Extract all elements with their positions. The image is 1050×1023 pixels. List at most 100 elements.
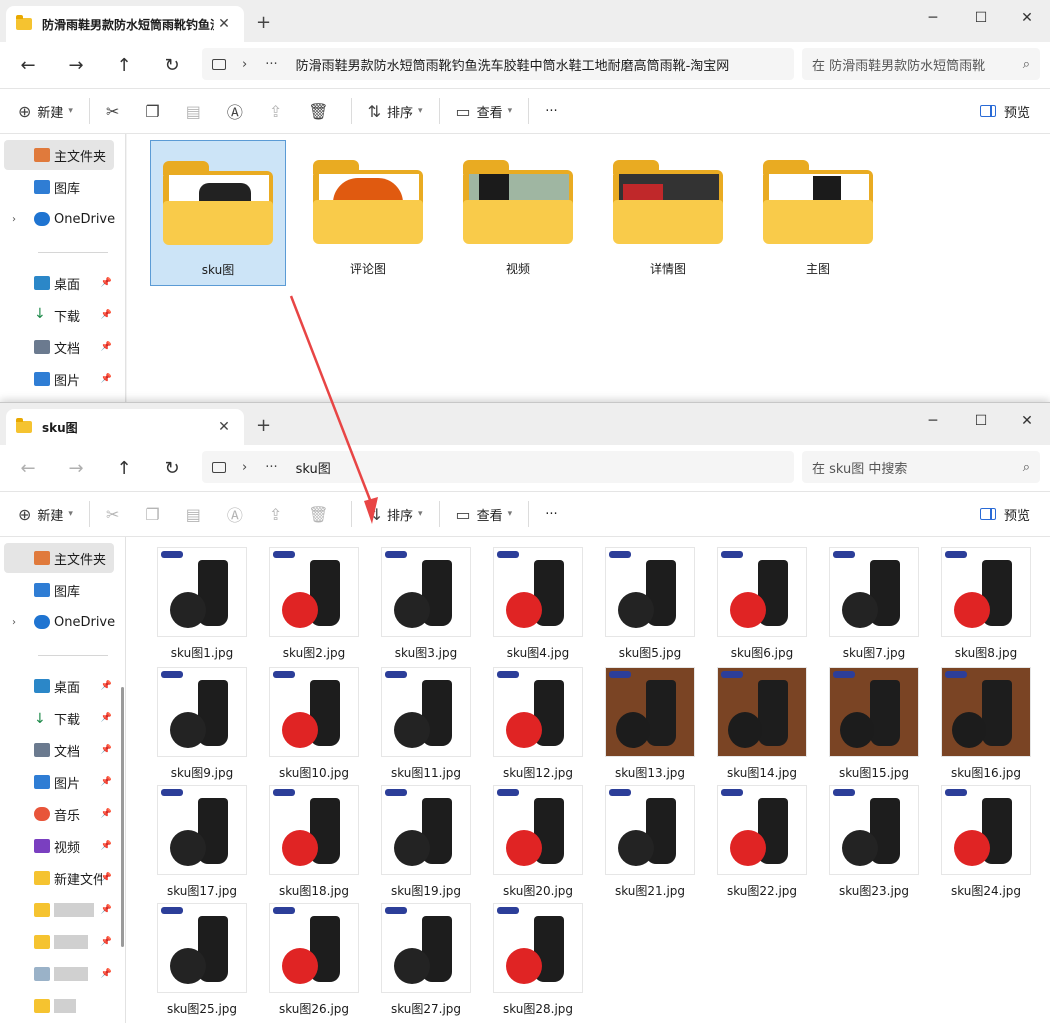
view-button[interactable]: ▭ 查看 ▾ <box>446 498 523 530</box>
paste-button[interactable]: ▤ <box>176 498 217 530</box>
file-thumbnail[interactable]: sku图2.jpg <box>269 547 359 665</box>
file-thumbnail[interactable]: sku图15.jpg <box>829 667 919 785</box>
sidebar-item-onedrive[interactable]: › OneDrive <box>4 204 115 234</box>
sidebar-item-pictures[interactable]: 图片 📌 <box>4 767 114 797</box>
file-thumbnail[interactable]: sku图19.jpg <box>381 785 471 903</box>
back-button[interactable]: ← <box>4 55 52 76</box>
sidebar-item-home[interactable]: 主文件夹 <box>4 543 114 573</box>
address-bar[interactable]: › ··· 防滑雨鞋男款防水短筒雨靴钓鱼洗车胶鞋中筒水鞋工地耐磨高筒雨靴-淘宝网 <box>202 48 794 80</box>
delete-button[interactable]: 🗑 <box>298 498 344 530</box>
up-button[interactable]: ↑ <box>100 55 148 76</box>
cut-button[interactable]: ✂ <box>96 95 135 127</box>
sidebar-item-desktop[interactable]: 桌面 📌 <box>4 268 114 298</box>
file-thumbnail[interactable]: sku图11.jpg <box>381 667 471 785</box>
paste-button[interactable]: ▤ <box>176 95 217 127</box>
file-thumbnail[interactable]: sku图5.jpg <box>605 547 695 665</box>
file-thumbnail[interactable]: sku图24.jpg <box>941 785 1031 903</box>
tab-sku-folder[interactable]: sku图 ✕ <box>6 409 244 445</box>
file-thumbnail[interactable]: sku图9.jpg <box>157 667 247 785</box>
sidebar-item-gallery[interactable]: 图库 <box>4 172 114 202</box>
copy-button[interactable]: ❐ <box>135 498 175 530</box>
sidebar-item-redacted[interactable]: 📌 <box>4 959 114 989</box>
sort-button[interactable]: ⇅ 排序 ▾ <box>358 95 433 127</box>
new-button[interactable]: ⊕ 新建 ▾ <box>8 95 83 127</box>
sidebar-item-documents[interactable]: 文档 📌 <box>4 735 114 765</box>
forward-button[interactable]: → <box>52 458 100 479</box>
sidebar-item-onedrive[interactable]: › OneDrive <box>4 607 115 637</box>
new-tab-button[interactable]: + <box>256 12 271 33</box>
sidebar-item-videos[interactable]: 视频 📌 <box>4 831 114 861</box>
file-thumbnail[interactable]: sku图26.jpg <box>269 903 359 1021</box>
file-thumbnail[interactable]: sku图21.jpg <box>605 785 695 903</box>
refresh-button[interactable]: ↻ <box>148 55 196 76</box>
preview-button[interactable]: 预览 <box>979 102 1030 121</box>
chevron-right-icon[interactable]: › <box>242 460 247 475</box>
sidebar-item-redacted[interactable]: 📌 <box>4 927 114 957</box>
rename-button[interactable]: Ⓐ <box>217 95 259 127</box>
file-thumbnail[interactable]: sku图20.jpg <box>493 785 583 903</box>
file-thumbnail[interactable]: sku图25.jpg <box>157 903 247 1021</box>
sidebar-item-desktop[interactable]: 桌面 📌 <box>4 671 114 701</box>
sidebar-item-new-folder[interactable]: 新建文件 📌 <box>4 863 114 893</box>
maximize-button[interactable]: ☐ <box>958 407 1004 435</box>
file-thumbnail[interactable]: sku图17.jpg <box>157 785 247 903</box>
address-bar[interactable]: › ··· sku图 <box>202 451 794 483</box>
minimize-button[interactable]: ─ <box>910 4 956 32</box>
file-thumbnail[interactable]: sku图1.jpg <box>157 547 247 665</box>
preview-button[interactable]: 预览 <box>979 505 1030 524</box>
file-thumbnail[interactable]: sku图6.jpg <box>717 547 807 665</box>
file-thumbnail[interactable]: sku图3.jpg <box>381 547 471 665</box>
chevron-right-icon[interactable]: › <box>242 57 247 72</box>
sidebar-item-pictures[interactable]: 图片 📌 <box>4 364 114 394</box>
sidebar-item-redacted[interactable] <box>4 991 114 1021</box>
maximize-button[interactable]: ☐ <box>958 4 1004 32</box>
rename-button[interactable]: Ⓐ <box>217 498 259 530</box>
file-thumbnail[interactable]: sku图8.jpg <box>941 547 1031 665</box>
back-button[interactable]: ← <box>4 458 52 479</box>
overflow-icon[interactable]: ··· <box>265 460 277 475</box>
delete-button[interactable]: 🗑 <box>298 95 344 127</box>
new-tab-button[interactable]: + <box>256 415 271 436</box>
close-window-button[interactable]: ✕ <box>1004 407 1050 435</box>
file-thumbnail[interactable]: sku图12.jpg <box>493 667 583 785</box>
file-thumbnail[interactable]: sku图16.jpg <box>941 667 1031 785</box>
folder-item[interactable]: 视频 <box>450 140 586 286</box>
view-button[interactable]: ▭ 查看 ▾ <box>446 95 523 127</box>
folder-item[interactable]: 评论图 <box>300 140 436 286</box>
chevron-right-icon[interactable]: › <box>12 214 16 225</box>
sidebar-item-downloads[interactable]: ↓ 下载 📌 <box>4 703 114 733</box>
sidebar-item-documents[interactable]: 文档 📌 <box>4 332 114 362</box>
file-thumbnail[interactable]: sku图14.jpg <box>717 667 807 785</box>
overflow-icon[interactable]: ··· <box>265 57 277 72</box>
refresh-button[interactable]: ↻ <box>148 458 196 479</box>
file-thumbnail[interactable]: sku图4.jpg <box>493 547 583 665</box>
file-thumbnail[interactable]: sku图27.jpg <box>381 903 471 1021</box>
folder-item[interactable]: sku图 <box>150 140 286 286</box>
sidebar-item-music[interactable]: 音乐 📌 <box>4 799 114 829</box>
file-thumbnail[interactable]: sku图7.jpg <box>829 547 919 665</box>
forward-button[interactable]: → <box>52 55 100 76</box>
close-window-button[interactable]: ✕ <box>1004 4 1050 32</box>
copy-button[interactable]: ❐ <box>135 95 175 127</box>
share-button[interactable]: ⇪ <box>259 95 298 127</box>
minimize-button[interactable]: ─ <box>910 407 956 435</box>
sidebar-scrollbar[interactable] <box>121 687 124 947</box>
close-tab-icon[interactable]: ✕ <box>214 419 234 435</box>
up-button[interactable]: ↑ <box>100 458 148 479</box>
file-thumbnail[interactable]: sku图13.jpg <box>605 667 695 785</box>
sidebar-item-downloads[interactable]: ↓ 下载 📌 <box>4 300 114 330</box>
sidebar-item-redacted[interactable]: 📌 <box>4 895 114 925</box>
file-thumbnail[interactable]: sku图22.jpg <box>717 785 807 903</box>
close-tab-icon[interactable]: ✕ <box>214 16 234 32</box>
file-thumbnail[interactable]: sku图10.jpg <box>269 667 359 785</box>
file-thumbnail[interactable]: sku图23.jpg <box>829 785 919 903</box>
sidebar-item-home[interactable]: 主文件夹 <box>4 140 114 170</box>
folder-item[interactable]: 主图 <box>750 140 886 286</box>
folder-item[interactable]: 详情图 <box>600 140 736 286</box>
chevron-right-icon[interactable]: › <box>12 617 16 628</box>
search-input[interactable]: 在 sku图 中搜索 ⌕ <box>802 451 1040 483</box>
sort-button[interactable]: ⇅ 排序 ▾ <box>358 498 433 530</box>
new-button[interactable]: ⊕ 新建 ▾ <box>8 498 83 530</box>
file-thumbnail[interactable]: sku图18.jpg <box>269 785 359 903</box>
sidebar-item-gallery[interactable]: 图库 <box>4 575 114 605</box>
